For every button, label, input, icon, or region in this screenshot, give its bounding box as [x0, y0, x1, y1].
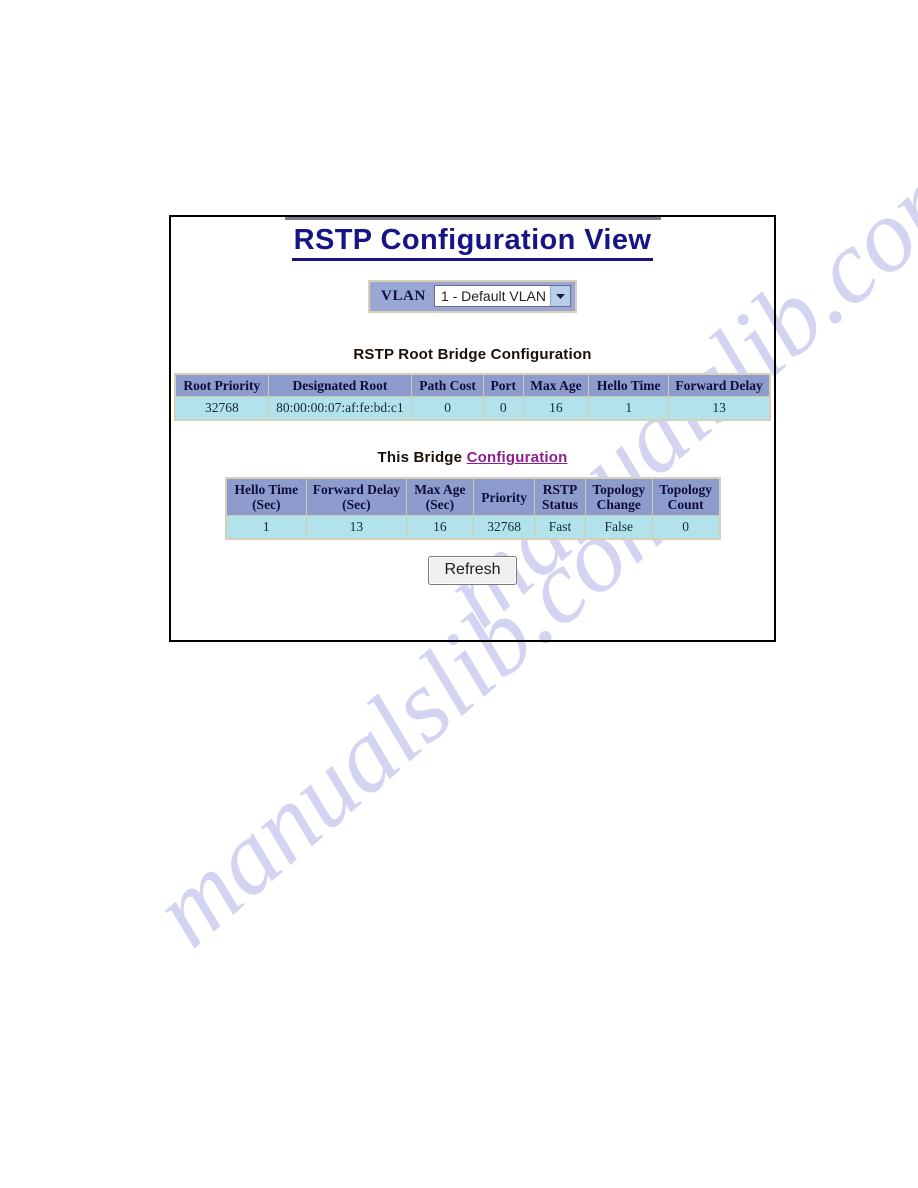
chevron-down-icon[interactable] [549, 286, 570, 306]
column-header-line1: Topology [659, 482, 712, 497]
column-header-line1: Forward Delay [312, 482, 401, 497]
cell-port: 0 [483, 396, 524, 421]
cell-topology-count: 0 [651, 515, 721, 540]
column-header-line2: (Sec) [342, 497, 371, 512]
cell-designated-root: 80:00:00:07:af:fe:bd:c1 [267, 396, 413, 421]
root-bridge-section: RSTP Root Bridge Configuration Root Prio… [171, 346, 774, 421]
column-header-line1: Max Age [414, 482, 466, 497]
table-row: 1 13 16 32768 Fast False 0 [224, 515, 721, 540]
vlan-selector-box: VLAN 1 - Default VLAN [368, 280, 577, 313]
root-bridge-table: Root Priority Designated Root Path Cost … [174, 373, 771, 421]
column-header-max-age: Max Age [522, 373, 590, 397]
cell-forward-delay: 13 [306, 515, 407, 540]
column-header-rstp-status: RSTP Status [534, 477, 586, 516]
table-header-row: Hello Time (Sec) Forward Delay (Sec) Max… [224, 477, 721, 516]
refresh-row: Refresh [171, 556, 774, 585]
rstp-configuration-panel: RSTP Configuration View VLAN 1 - Default… [169, 215, 776, 642]
column-header-forward-delay: Forward Delay (Sec) [306, 477, 407, 516]
page-title-block: RSTP Configuration View [171, 217, 774, 261]
cell-hello-time: 1 [588, 396, 670, 421]
configuration-link[interactable]: Configuration [467, 449, 568, 466]
column-header-line1: Hello Time [234, 482, 299, 497]
column-header-line2: Count [667, 497, 704, 512]
cell-root-priority: 32768 [174, 396, 269, 421]
this-bridge-heading-prefix: This Bridge [377, 449, 467, 466]
refresh-button[interactable]: Refresh [428, 556, 517, 585]
title-top-rule [284, 217, 661, 220]
column-header-root-priority: Root Priority [174, 373, 269, 397]
cell-topology-change: False [584, 515, 653, 540]
page-title: RSTP Configuration View [291, 222, 654, 261]
cell-hello-time: 1 [224, 515, 308, 540]
column-header-max-age: Max Age (Sec) [405, 477, 475, 516]
column-header-path-cost: Path Cost [411, 373, 485, 397]
cell-priority: 32768 [473, 515, 536, 540]
vlan-selector-row: VLAN 1 - Default VLAN [171, 280, 774, 313]
cell-max-age: 16 [405, 515, 475, 540]
column-header-port: Port [483, 373, 524, 397]
column-header-hello-time: Hello Time [588, 373, 670, 397]
this-bridge-table: Hello Time (Sec) Forward Delay (Sec) Max… [224, 477, 721, 540]
vlan-select-value: 1 - Default VLAN [440, 288, 546, 304]
column-header-line2: Change [596, 497, 641, 512]
cell-max-age: 16 [522, 396, 590, 421]
column-header-designated-root: Designated Root [267, 373, 413, 397]
column-header-line2: Status [542, 497, 579, 512]
column-header-line2: (Sec) [425, 497, 455, 512]
this-bridge-section: This Bridge Configuration Hello Time (Se… [171, 449, 774, 540]
vlan-select[interactable]: 1 - Default VLAN [433, 285, 571, 307]
root-bridge-heading: RSTP Root Bridge Configuration [353, 346, 592, 363]
vlan-label: VLAN [381, 288, 426, 304]
table-row: 32768 80:00:00:07:af:fe:bd:c1 0 0 16 1 1… [174, 396, 771, 421]
column-header-priority: Priority [473, 477, 536, 516]
column-header-line1: RSTP [542, 482, 578, 497]
column-header-forward-delay: Forward Delay [668, 373, 771, 397]
this-bridge-heading: This Bridge Configuration [171, 449, 774, 466]
column-header-line1: Topology [592, 482, 646, 497]
cell-rstp-status: Fast [534, 515, 586, 540]
cell-forward-delay: 13 [668, 396, 771, 421]
column-header-topology-count: Topology Count [651, 477, 721, 516]
cell-path-cost: 0 [411, 396, 485, 421]
column-header-line2: (Sec) [252, 497, 281, 512]
column-header-hello-time: Hello Time (Sec) [224, 477, 308, 516]
table-header-row: Root Priority Designated Root Path Cost … [174, 373, 771, 397]
column-header-topology-change: Topology Change [584, 477, 653, 516]
